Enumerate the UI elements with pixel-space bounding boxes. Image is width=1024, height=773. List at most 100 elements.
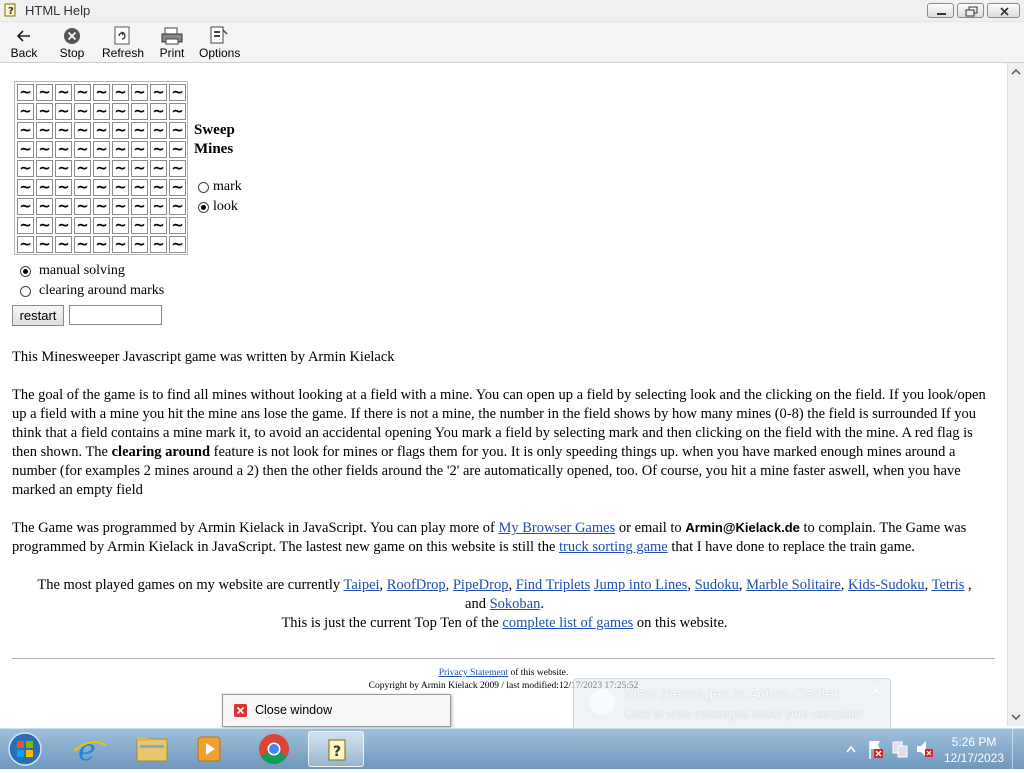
board-cell[interactable]: ~ bbox=[17, 141, 34, 158]
board-cell[interactable]: ~ bbox=[131, 160, 148, 177]
game-link-tetris[interactable]: Tetris bbox=[932, 577, 965, 593]
board-cell[interactable]: ~ bbox=[112, 103, 129, 120]
mode-look-radio[interactable] bbox=[198, 202, 209, 213]
network-tray-icon[interactable] bbox=[890, 729, 910, 769]
restore-button[interactable] bbox=[957, 3, 984, 18]
board-cell[interactable]: ~ bbox=[112, 160, 129, 177]
board-cell[interactable]: ~ bbox=[36, 141, 53, 158]
board-cell[interactable]: ~ bbox=[150, 84, 167, 101]
board-cell[interactable]: ~ bbox=[17, 198, 34, 215]
board-cell[interactable]: ~ bbox=[55, 103, 72, 120]
board-cell[interactable]: ~ bbox=[112, 141, 129, 158]
file-explorer-taskbar-button[interactable] bbox=[124, 731, 180, 767]
action-center-toast[interactable]: View messages in Action Center Click to … bbox=[573, 678, 891, 730]
board-cell[interactable]: ~ bbox=[169, 160, 186, 177]
board-cell[interactable]: ~ bbox=[169, 141, 186, 158]
close-button[interactable] bbox=[987, 3, 1020, 18]
board-cell[interactable]: ~ bbox=[131, 103, 148, 120]
board-cell[interactable]: ~ bbox=[55, 141, 72, 158]
board-cell[interactable]: ~ bbox=[74, 198, 91, 215]
board-cell[interactable]: ~ bbox=[131, 198, 148, 215]
board-cell[interactable]: ~ bbox=[74, 160, 91, 177]
board-cell[interactable]: ~ bbox=[55, 217, 72, 234]
board-cell[interactable]: ~ bbox=[150, 236, 167, 253]
board-cell[interactable]: ~ bbox=[74, 236, 91, 253]
board-cell[interactable]: ~ bbox=[112, 179, 129, 196]
board-cell[interactable]: ~ bbox=[74, 122, 91, 139]
board-cell[interactable]: ~ bbox=[36, 236, 53, 253]
board-cell[interactable]: ~ bbox=[131, 141, 148, 158]
my-browser-games-link[interactable]: My Browser Games bbox=[498, 520, 615, 536]
board-cell[interactable]: ~ bbox=[150, 217, 167, 234]
board-cell[interactable]: ~ bbox=[55, 179, 72, 196]
board-cell[interactable]: ~ bbox=[36, 122, 53, 139]
board-cell[interactable]: ~ bbox=[131, 122, 148, 139]
privacy-statement-link[interactable]: Privacy Statement bbox=[439, 668, 508, 678]
board-cell[interactable]: ~ bbox=[93, 160, 110, 177]
board-cell[interactable]: ~ bbox=[169, 217, 186, 234]
game-link-marble-solitaire[interactable]: Marble Solitaire bbox=[746, 577, 841, 593]
board-cell[interactable]: ~ bbox=[131, 179, 148, 196]
system-clock[interactable]: 5:26 PM 12/17/2023 bbox=[936, 734, 1012, 766]
board-cell[interactable]: ~ bbox=[112, 122, 129, 139]
game-link-sokoban[interactable]: Sokoban bbox=[490, 596, 541, 612]
chrome-taskbar-button[interactable] bbox=[246, 731, 302, 767]
options-button[interactable]: Options bbox=[199, 24, 240, 60]
board-cell[interactable]: ~ bbox=[93, 122, 110, 139]
board-cell[interactable]: ~ bbox=[169, 179, 186, 196]
scroll-down-icon[interactable] bbox=[1011, 712, 1021, 722]
board-cell[interactable]: ~ bbox=[131, 84, 148, 101]
board-cell[interactable]: ~ bbox=[74, 141, 91, 158]
board-cell[interactable]: ~ bbox=[131, 236, 148, 253]
board-cell[interactable]: ~ bbox=[36, 160, 53, 177]
board-cell[interactable]: ~ bbox=[17, 179, 34, 196]
board-cell[interactable]: ~ bbox=[112, 236, 129, 253]
print-button[interactable]: Print bbox=[158, 24, 186, 60]
board-cell[interactable]: ~ bbox=[169, 236, 186, 253]
game-link-jump-into-lines[interactable]: Jump into Lines bbox=[594, 577, 687, 593]
start-button[interactable] bbox=[4, 730, 46, 768]
board-cell[interactable]: ~ bbox=[93, 236, 110, 253]
board-cell[interactable]: ~ bbox=[74, 84, 91, 101]
board-cell[interactable]: ~ bbox=[169, 103, 186, 120]
restart-button[interactable]: restart bbox=[12, 305, 64, 326]
board-cell[interactable]: ~ bbox=[150, 103, 167, 120]
truck-sorting-game-link[interactable]: truck sorting game bbox=[559, 539, 668, 555]
board-cell[interactable]: ~ bbox=[169, 198, 186, 215]
internet-explorer-taskbar-button[interactable]: e bbox=[62, 731, 118, 768]
close-window-popup[interactable]: Close window bbox=[222, 694, 451, 727]
board-cell[interactable]: ~ bbox=[17, 103, 34, 120]
minimize-button[interactable] bbox=[927, 3, 954, 18]
board-cell[interactable]: ~ bbox=[17, 217, 34, 234]
game-link-sudoku[interactable]: Sudoku bbox=[695, 577, 739, 593]
board-cell[interactable]: ~ bbox=[150, 141, 167, 158]
counter-field[interactable] bbox=[69, 305, 162, 325]
volume-muted-tray-icon[interactable] bbox=[914, 729, 934, 769]
board-cell[interactable]: ~ bbox=[93, 141, 110, 158]
board-cell[interactable]: ~ bbox=[74, 179, 91, 196]
show-desktop-button[interactable] bbox=[1012, 729, 1024, 769]
board-cell[interactable]: ~ bbox=[169, 84, 186, 101]
board-cell[interactable]: ~ bbox=[150, 198, 167, 215]
board-cell[interactable]: ~ bbox=[55, 84, 72, 101]
board-cell[interactable]: ~ bbox=[36, 84, 53, 101]
show-hidden-icons-icon[interactable] bbox=[845, 729, 857, 769]
board-cell[interactable]: ~ bbox=[93, 103, 110, 120]
board-cell[interactable]: ~ bbox=[93, 198, 110, 215]
board-cell[interactable]: ~ bbox=[74, 103, 91, 120]
board-cell[interactable]: ~ bbox=[169, 122, 186, 139]
board-cell[interactable]: ~ bbox=[74, 217, 91, 234]
stop-button[interactable]: Stop bbox=[56, 24, 88, 60]
board-cell[interactable]: ~ bbox=[17, 122, 34, 139]
board-cell[interactable]: ~ bbox=[93, 217, 110, 234]
mode-mark-radio[interactable] bbox=[198, 182, 209, 193]
board-cell[interactable]: ~ bbox=[112, 84, 129, 101]
scroll-up-icon[interactable] bbox=[1011, 67, 1021, 77]
action-center-tray-icon[interactable] bbox=[865, 729, 885, 769]
board-cell[interactable]: ~ bbox=[36, 198, 53, 215]
board-cell[interactable]: ~ bbox=[112, 198, 129, 215]
game-link-kids-sudoku[interactable]: Kids-Sudoku bbox=[848, 577, 925, 593]
board-cell[interactable]: ~ bbox=[150, 179, 167, 196]
toast-close-icon[interactable]: ✕ bbox=[870, 683, 881, 699]
board-cell[interactable]: ~ bbox=[17, 236, 34, 253]
